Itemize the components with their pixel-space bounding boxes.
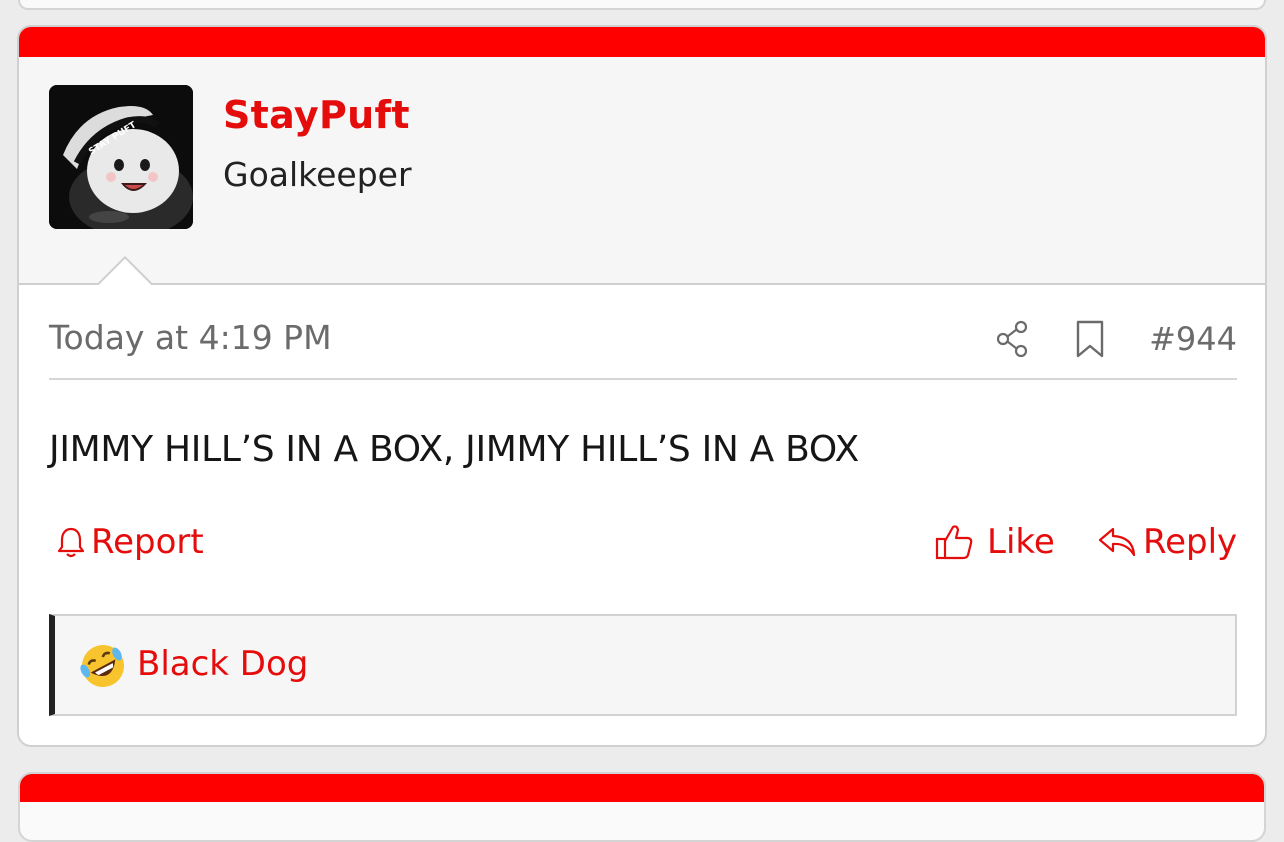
post-action-bar: Report Like Reply [49,522,1237,572]
next-post-header-accent [20,774,1264,802]
post-header-accent [19,27,1265,57]
post-message-body: JIMMY HILL’S IN A BOX, JIMMY HILL’S IN A… [49,429,859,470]
reply-label: Reply [1143,522,1238,562]
post-date-link[interactable]: Today at 4:19 PM [49,318,332,357]
reply-button[interactable]: Reply [1097,522,1237,562]
rolling-on-floor-laughing-icon [79,642,127,694]
reactions-bar[interactable]: Black Dog [49,614,1237,716]
previous-post-edge [18,0,1266,10]
report-button[interactable]: Report [57,522,204,562]
post-meta-row: Today at 4:19 PM #944 [49,314,1237,380]
thumbs-up-icon [935,525,973,560]
like-label: Like [987,522,1055,562]
bell-icon [57,527,85,558]
post-author-username[interactable]: StayPuft [223,93,410,137]
avatar-image: STAY PUFT [49,85,193,229]
next-post-edge [18,772,1266,842]
forum-post: STAY PUFT StayPuft Goalkeeper Today at 4… [17,25,1267,747]
report-label: Report [91,522,204,562]
like-button[interactable]: Like [935,522,1055,562]
post-number-link[interactable]: #944 [1149,320,1237,358]
post-author-title: Goalkeeper [223,155,412,194]
share-icon[interactable] [995,319,1031,359]
post-user-block: STAY PUFT StayPuft Goalkeeper [19,57,1265,285]
avatar[interactable]: STAY PUFT [49,85,193,229]
reaction-user-link[interactable]: Black Dog [137,644,308,684]
user-block-pointer [94,255,154,285]
post-meta-actions: #944 [995,314,1237,364]
bookmark-icon[interactable] [1075,319,1105,359]
reply-arrow-icon [1098,527,1136,557]
